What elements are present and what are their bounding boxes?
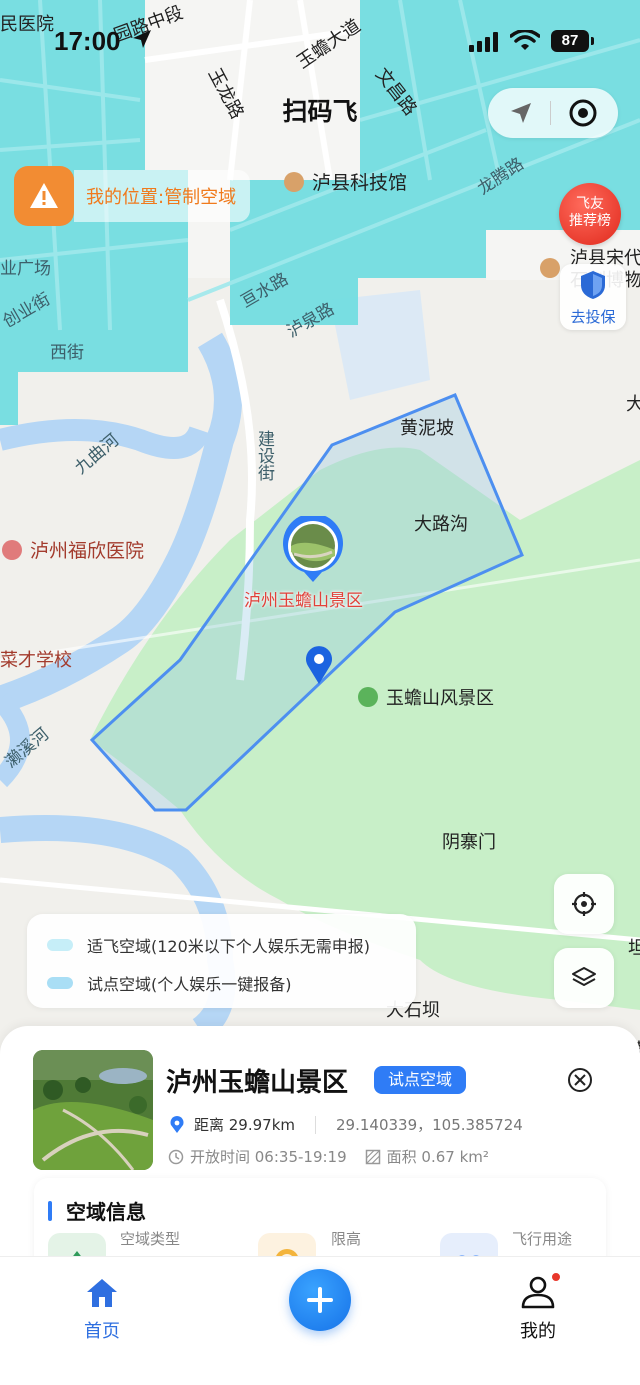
scenic-pin-label: 泸州玉蟾山景区	[244, 591, 363, 611]
tab-home-label: 首页	[84, 1321, 120, 1342]
location-marker-icon[interactable]	[304, 644, 334, 686]
legend-label: 适飞空域(120米以下个人娱乐无需申报)	[87, 937, 371, 956]
insurance-label: 去投保	[570, 308, 616, 326]
my-location-text: 我的位置:管制空域	[74, 170, 251, 222]
distance-text: 距离 29.97km	[194, 1116, 296, 1134]
my-location-banner[interactable]: 我的位置:管制空域	[14, 166, 251, 226]
record-target-icon[interactable]	[568, 98, 598, 128]
legend-item: 适飞空域(120米以下个人娱乐无需申报)	[47, 930, 396, 960]
airspace-info-title: 空域信息	[66, 1200, 146, 1224]
place-name: 泸州玉蟾山景区	[166, 1068, 349, 1098]
pilot-rank-button[interactable]: 飞友 推荐榜	[559, 183, 621, 245]
airspace-legend: 适飞空域(120米以下个人娱乐无需申报) 试点空域(个人娱乐一键报备)	[27, 914, 416, 1008]
map-label: 菜才学校	[0, 650, 72, 671]
scenic-photo-pin[interactable]	[280, 513, 346, 588]
location-services-icon	[133, 30, 151, 48]
place-detail-sheet[interactable]: 泸州玉蟾山景区 试点空域 距离 29.97km 29.140339，105.38…	[0, 1026, 640, 1291]
navigate-arrow-icon[interactable]	[508, 100, 534, 126]
bottom-tab-bar: 首页 我的	[0, 1256, 640, 1385]
insurance-button[interactable]: 去投保	[560, 264, 626, 330]
layers-icon	[572, 967, 596, 986]
distance-row: 距离 29.97km 29.140339，105.385724	[170, 1114, 523, 1135]
status-bar: 17:00 87	[0, 0, 640, 80]
poi-kejiguan[interactable]: 泸县科技馆	[284, 168, 407, 195]
map-label: 大	[626, 394, 640, 415]
map-label: 黄泥坡	[400, 418, 454, 439]
rank-line2: 推荐榜	[569, 213, 611, 229]
info-divider	[315, 1115, 317, 1134]
rank-line1: 飞友	[576, 196, 604, 212]
hours-area-row: 开放时间 06:35-19:19 面积 0.67 km²	[168, 1146, 489, 1167]
building-icon	[284, 171, 304, 192]
legend-swatch	[47, 977, 73, 989]
warning-icon	[14, 166, 74, 226]
crosshair-icon	[572, 892, 596, 916]
open-time-text: 开放时间 06:35-19:19	[190, 1148, 347, 1166]
notification-dot	[550, 1271, 562, 1283]
tab-me-label: 我的	[520, 1321, 556, 1342]
flight-usage-label: 飞行用途	[512, 1230, 573, 1248]
add-button[interactable]	[289, 1269, 351, 1331]
poi-yuchanshan-scenic[interactable]: 玉蟾山风景区	[358, 684, 494, 710]
area-text: 面积 0.67 km²	[386, 1148, 489, 1166]
clock-icon	[168, 1149, 184, 1164]
shield-icon	[581, 271, 605, 299]
battery-indicator: 87	[551, 30, 594, 52]
map-label: 大路沟	[414, 514, 468, 535]
pill-divider	[550, 101, 552, 125]
map-label: 西街	[50, 343, 84, 363]
tab-me[interactable]: 我的	[506, 1271, 570, 1343]
cellular-signal-icon	[469, 32, 498, 52]
legend-item: 试点空域(个人娱乐一键报备)	[47, 968, 396, 998]
coordinates-text: 29.140339，105.385724	[336, 1116, 523, 1134]
controlled-airspace-west-lower	[0, 330, 188, 425]
clock: 17:00	[54, 26, 121, 56]
map-layers-button[interactable]	[554, 948, 614, 1008]
map-label: 业广场	[0, 259, 51, 279]
legend-label: 试点空域(个人娱乐一键报备)	[87, 975, 292, 994]
locate-me-button[interactable]	[554, 874, 614, 934]
home-icon	[87, 1279, 117, 1307]
section-accent-bar	[48, 1200, 52, 1221]
map-label: 坦	[628, 938, 640, 959]
museum-icon	[540, 258, 560, 278]
height-limit-label: 限高	[331, 1230, 362, 1248]
map-label: 阴寨门	[442, 832, 496, 853]
place-thumbnail	[33, 1050, 153, 1170]
airspace-type-label: 空域类型	[120, 1230, 181, 1248]
map-label: 建设街	[254, 430, 274, 481]
close-icon[interactable]	[566, 1066, 594, 1094]
camera-icon	[358, 687, 378, 707]
airspace-info-header: 空域信息	[48, 1196, 146, 1225]
tab-home[interactable]: 首页	[74, 1273, 130, 1343]
plus-icon	[307, 1287, 333, 1313]
poi-fuxin-hospital[interactable]: 泸州福欣医院	[2, 536, 144, 563]
airspace-type-badge: 试点空域	[374, 1066, 467, 1094]
area-icon	[365, 1149, 380, 1164]
legend-swatch	[47, 939, 73, 951]
top-action-pill	[488, 88, 618, 138]
wifi-icon	[510, 30, 540, 50]
map-pin-icon	[170, 1115, 184, 1133]
hospital-icon	[2, 539, 22, 560]
